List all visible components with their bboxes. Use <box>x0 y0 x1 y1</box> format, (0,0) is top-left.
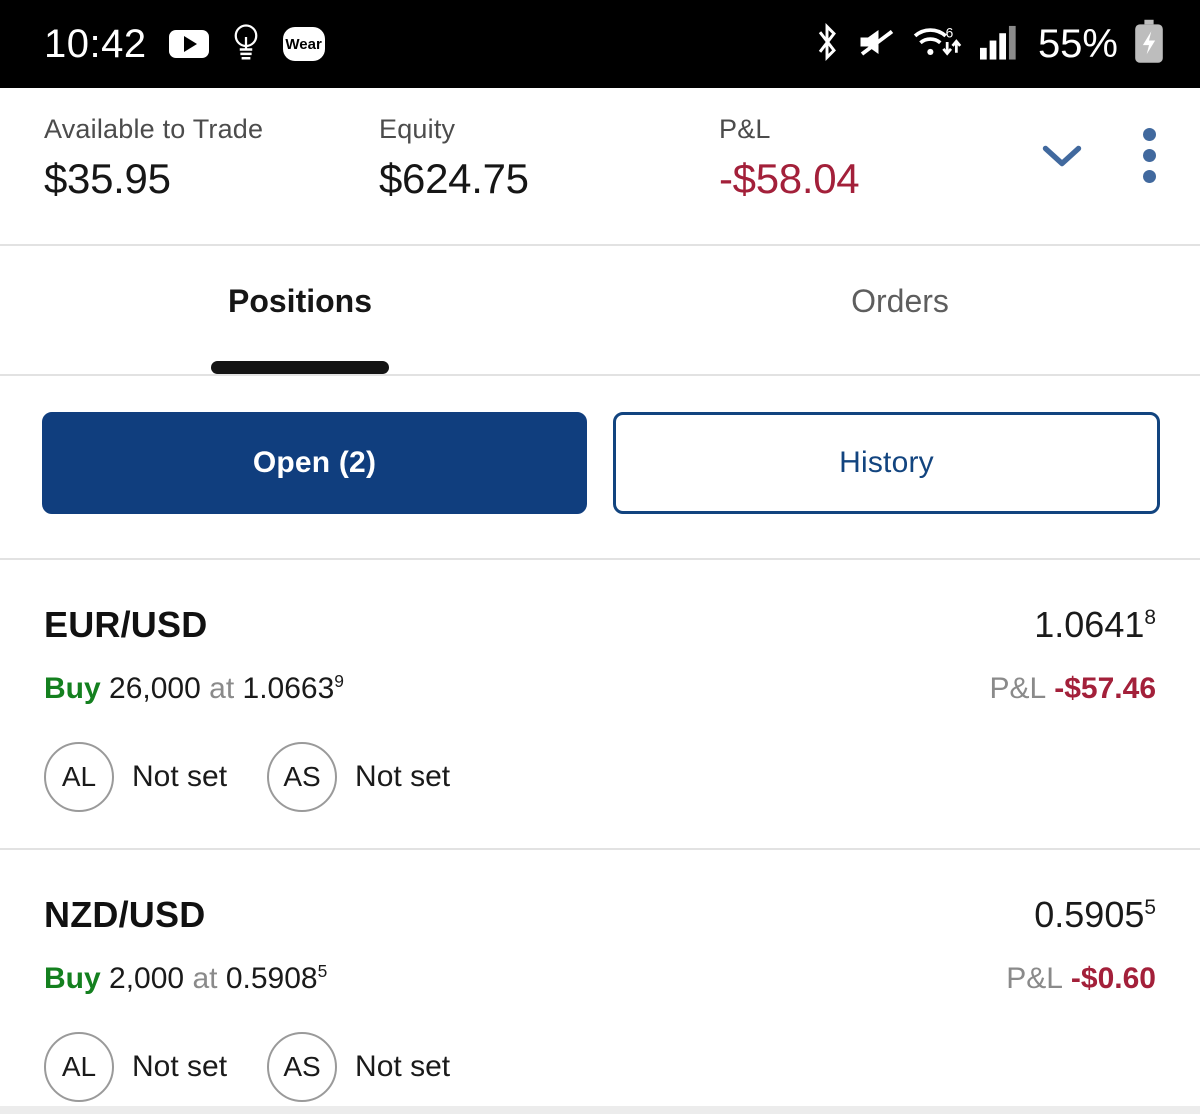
app-screen: 10:42 Wear 6 55% Available to Trade $35.… <box>0 0 1200 1114</box>
alert-limit-value: Not set <box>132 1050 228 1083</box>
current-price-pipette: 5 <box>1144 896 1156 919</box>
status-bar: 10:42 Wear 6 55% <box>0 0 1200 88</box>
battery-charging-icon <box>1132 19 1166 70</box>
available-to-trade-label: Available to Trade <box>44 114 264 144</box>
history-label: History <box>839 446 934 479</box>
battery-percent: 55% <box>1037 21 1118 66</box>
current-price: 1.06418 <box>1034 604 1156 646</box>
history-button[interactable]: History <box>613 412 1160 514</box>
position-pnl-value: -$57.46 <box>1054 672 1156 705</box>
tab-orders[interactable]: Orders <box>600 246 1200 374</box>
position-pnl: P&L -$0.60 <box>1006 962 1156 996</box>
position-pnl-label: P&L <box>1006 962 1063 995</box>
active-tab-indicator <box>211 361 389 374</box>
alert-stop-value: Not set <box>355 760 451 793</box>
instrument-symbol: NZD/USD <box>44 894 206 935</box>
wear-label: Wear <box>285 35 322 53</box>
wifi-6-icon: 6 <box>912 22 964 67</box>
current-price-main: 1.0641 <box>1034 604 1145 645</box>
status-time: 10:42 <box>44 21 147 66</box>
position-row[interactable]: EUR/USD 1.06418 Buy 26,000 at 1.06639 P&… <box>0 560 1200 848</box>
position-alerts: AL Not set AS Not set <box>44 1032 1156 1102</box>
lightbulb-icon <box>231 22 261 67</box>
entry-price-main: 1.0663 <box>242 672 335 705</box>
trade-size: 2,000 <box>109 962 185 995</box>
position-header: EUR/USD 1.06418 <box>44 604 1156 646</box>
equity-label: Equity <box>379 114 456 144</box>
alert-stop-badge: AS <box>267 1032 338 1102</box>
tab-positions-label: Positions <box>227 282 372 319</box>
account-actions <box>1041 124 1170 187</box>
position-pnl: P&L -$57.46 <box>990 672 1156 706</box>
alert-limit-group[interactable]: AL Not set <box>44 1032 227 1102</box>
entry-price-pipette: 9 <box>334 671 344 691</box>
position-alerts: AL Not set AS Not set <box>44 742 1156 812</box>
trade-side: Buy <box>44 672 101 705</box>
mute-icon <box>856 24 898 65</box>
bottom-edge-strip <box>0 1106 1200 1114</box>
tab-bar: Positions Orders <box>0 246 1200 374</box>
tab-positions[interactable]: Positions <box>0 246 600 374</box>
trade-side: Buy <box>44 962 101 995</box>
alert-stop-badge: AS <box>267 742 338 812</box>
account-summary: Available to Trade $35.95 Equity $624.75… <box>0 88 1200 244</box>
alert-limit-badge: AL <box>44 1032 114 1102</box>
pnl-value: -$58.04 <box>719 155 860 202</box>
alert-limit-badge: AL <box>44 742 114 812</box>
available-to-trade-block: Available to Trade $35.95 <box>44 114 379 203</box>
open-positions-label: Open (2) <box>252 446 377 479</box>
alert-stop-value: Not set <box>355 1050 451 1083</box>
equity-block: Equity $624.75 <box>379 114 719 203</box>
chevron-down-icon[interactable] <box>1041 142 1083 170</box>
alert-stop-group[interactable]: AS Not set <box>267 742 450 812</box>
trade-summary: Buy 26,000 at 1.06639 <box>44 672 344 706</box>
status-bar-right: 6 55% <box>812 19 1166 70</box>
pnl-block: P&L -$58.04 <box>719 114 999 203</box>
position-pnl-value: -$0.60 <box>1070 962 1156 995</box>
status-bar-left: 10:42 Wear <box>44 22 325 67</box>
position-header: NZD/USD 0.59055 <box>44 894 1156 936</box>
wear-icon: Wear <box>282 27 325 61</box>
current-price-main: 0.5905 <box>1034 894 1145 935</box>
position-details: Buy 2,000 at 0.59085 P&L -$0.60 <box>44 962 1156 996</box>
bluetooth-icon <box>812 21 842 68</box>
trade-summary: Buy 2,000 at 0.59085 <box>44 962 327 996</box>
equity-value: $624.75 <box>379 155 529 202</box>
cellular-signal-icon <box>978 23 1020 66</box>
svg-text:6: 6 <box>946 25 954 40</box>
instrument-symbol: EUR/USD <box>44 604 208 645</box>
kebab-menu-icon[interactable] <box>1129 124 1170 187</box>
position-details: Buy 26,000 at 1.06639 P&L -$57.46 <box>44 672 1156 706</box>
at-label: at <box>209 672 235 705</box>
pnl-label: P&L <box>719 114 771 144</box>
position-row[interactable]: NZD/USD 0.59055 Buy 2,000 at 0.59085 P&L… <box>0 850 1200 1114</box>
current-price-pipette: 8 <box>1144 606 1156 629</box>
alert-limit-group[interactable]: AL Not set <box>44 742 227 812</box>
position-pnl-label: P&L <box>989 672 1047 705</box>
tab-orders-label: Orders <box>851 282 949 319</box>
alert-stop-group[interactable]: AS Not set <box>267 1032 450 1102</box>
available-to-trade-value: $35.95 <box>44 155 171 202</box>
trade-size: 26,000 <box>109 672 201 705</box>
at-label: at <box>192 962 218 995</box>
filter-button-group: Open (2) History <box>0 376 1200 558</box>
current-price: 0.59055 <box>1034 894 1156 936</box>
alert-limit-value: Not set <box>132 760 228 793</box>
youtube-icon <box>168 30 209 58</box>
entry-price-main: 0.5908 <box>225 962 318 995</box>
entry-price-pipette: 5 <box>317 961 328 981</box>
open-positions-button[interactable]: Open (2) <box>42 412 587 514</box>
